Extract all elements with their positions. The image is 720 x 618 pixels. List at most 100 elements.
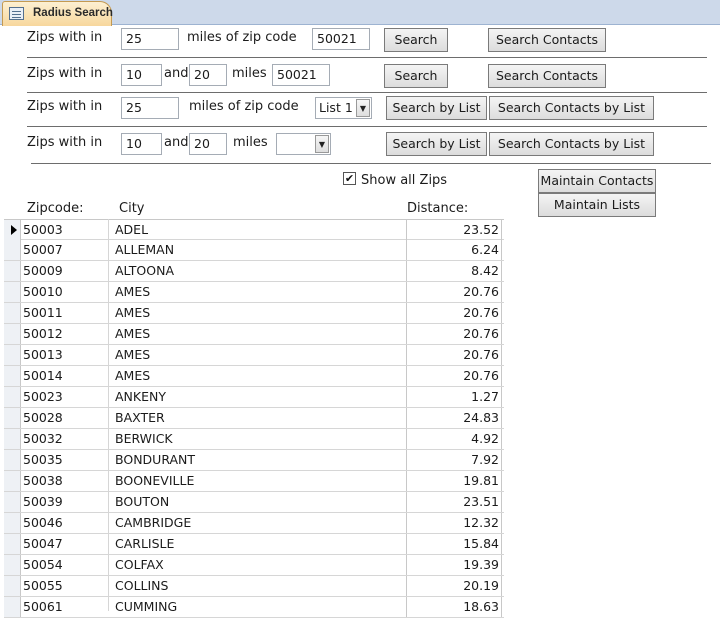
zipcode-cell[interactable]: 50028 bbox=[23, 410, 63, 425]
show-all-zips-checkbox[interactable]: ✔ bbox=[343, 172, 356, 185]
city-cell[interactable]: ADEL bbox=[115, 222, 405, 237]
city-cell[interactable]: ALLEMAN bbox=[115, 242, 405, 257]
maintain-lists-button[interactable]: Maintain Lists bbox=[538, 193, 656, 217]
row4-to-input[interactable]: 20 bbox=[189, 133, 227, 155]
table-row[interactable]: 50011 AMES 20.76 bbox=[4, 303, 504, 324]
distance-cell[interactable]: 20.76 bbox=[406, 282, 502, 302]
table-row[interactable]: 50054 COLFAX 19.39 bbox=[4, 555, 504, 576]
dropdown-arrow-icon[interactable]: ▼ bbox=[315, 135, 329, 153]
distance-cell[interactable]: 1.27 bbox=[406, 387, 502, 407]
distance-cell[interactable]: 6.24 bbox=[406, 240, 502, 260]
city-cell[interactable]: CARLISLE bbox=[115, 536, 405, 551]
table-row[interactable]: 50028 BAXTER 24.83 bbox=[4, 408, 504, 429]
row4-list-combo[interactable]: ▼ bbox=[276, 133, 331, 155]
city-cell[interactable]: CUMMING bbox=[115, 599, 405, 614]
record-selector[interactable] bbox=[4, 387, 21, 407]
zipcode-cell[interactable]: 50010 bbox=[23, 284, 63, 299]
record-selector[interactable] bbox=[4, 408, 21, 428]
record-selector[interactable] bbox=[4, 450, 21, 470]
zipcode-cell[interactable]: 50061 bbox=[23, 599, 63, 614]
table-row[interactable]: 50047 CARLISLE 15.84 bbox=[4, 534, 504, 555]
zipcode-cell[interactable]: 50054 bbox=[23, 557, 63, 572]
record-selector[interactable] bbox=[4, 471, 21, 491]
zipcode-cell[interactable]: 50009 bbox=[23, 263, 63, 278]
city-cell[interactable]: BERWICK bbox=[115, 431, 405, 446]
distance-cell[interactable]: 12.32 bbox=[406, 513, 502, 533]
distance-cell[interactable]: 8.42 bbox=[406, 261, 502, 281]
table-row[interactable]: 50032 BERWICK 4.92 bbox=[4, 429, 504, 450]
zipcode-cell[interactable]: 50055 bbox=[23, 578, 63, 593]
row4-search-by-list-button[interactable]: Search by List bbox=[386, 132, 487, 156]
record-selector[interactable] bbox=[4, 513, 21, 533]
distance-cell[interactable]: 4.92 bbox=[406, 429, 502, 449]
zipcode-cell[interactable]: 50035 bbox=[23, 452, 63, 467]
distance-cell[interactable]: 18.63 bbox=[406, 597, 502, 617]
city-cell[interactable]: BONDURANT bbox=[115, 452, 405, 467]
zipcode-cell[interactable]: 50046 bbox=[23, 515, 63, 530]
row3-list-combo[interactable]: List 1 ▼ bbox=[315, 97, 372, 119]
table-row[interactable]: 50023 ANKENY 1.27 bbox=[4, 387, 504, 408]
row1-search-contacts-button[interactable]: Search Contacts bbox=[488, 28, 606, 52]
record-selector[interactable] bbox=[4, 492, 21, 512]
zipcode-cell[interactable]: 50047 bbox=[23, 536, 63, 551]
row3-miles-input[interactable]: 25 bbox=[121, 97, 179, 119]
record-selector[interactable] bbox=[4, 240, 21, 260]
maintain-contacts-button[interactable]: Maintain Contacts bbox=[538, 169, 656, 193]
distance-cell[interactable]: 23.51 bbox=[406, 492, 502, 512]
city-cell[interactable]: BAXTER bbox=[115, 410, 405, 425]
row2-zip-input[interactable]: 50021 bbox=[272, 64, 330, 86]
record-selector[interactable] bbox=[4, 597, 21, 617]
zipcode-cell[interactable]: 50014 bbox=[23, 368, 63, 383]
record-selector[interactable] bbox=[4, 324, 21, 344]
table-row[interactable]: 50003 ADEL 23.52 bbox=[4, 219, 504, 240]
record-selector[interactable] bbox=[4, 261, 21, 281]
distance-cell[interactable]: 20.76 bbox=[406, 303, 502, 323]
row2-from-input[interactable]: 10 bbox=[121, 64, 162, 86]
distance-cell[interactable]: 23.52 bbox=[406, 220, 502, 240]
row2-search-button[interactable]: Search bbox=[384, 64, 448, 88]
zipcode-cell[interactable]: 50023 bbox=[23, 389, 63, 404]
city-cell[interactable]: AMES bbox=[115, 368, 405, 383]
city-cell[interactable]: ANKENY bbox=[115, 389, 405, 404]
zipcode-cell[interactable]: 50007 bbox=[23, 242, 63, 257]
city-cell[interactable]: ALTOONA bbox=[115, 263, 405, 278]
distance-cell[interactable]: 24.83 bbox=[406, 408, 502, 428]
record-selector[interactable] bbox=[4, 555, 21, 575]
distance-cell[interactable]: 20.76 bbox=[406, 345, 502, 365]
city-cell[interactable]: AMES bbox=[115, 326, 405, 341]
row4-search-contacts-by-list-button[interactable]: Search Contacts by List bbox=[489, 132, 654, 156]
zipcode-cell[interactable]: 50032 bbox=[23, 431, 63, 446]
record-selector[interactable] bbox=[4, 282, 21, 302]
table-row[interactable]: 50055 COLLINS 20.19 bbox=[4, 576, 504, 597]
table-row[interactable]: 50007 ALLEMAN 6.24 bbox=[4, 240, 504, 261]
distance-cell[interactable]: 20.76 bbox=[406, 366, 502, 386]
table-row[interactable]: 50046 CAMBRIDGE 12.32 bbox=[4, 513, 504, 534]
record-selector[interactable] bbox=[4, 429, 21, 449]
tab-radius-search[interactable]: Radius Search bbox=[2, 1, 113, 26]
city-cell[interactable]: AMES bbox=[115, 284, 405, 299]
row1-search-button[interactable]: Search bbox=[384, 28, 448, 52]
row2-search-contacts-button[interactable]: Search Contacts bbox=[488, 64, 606, 88]
city-cell[interactable]: COLLINS bbox=[115, 578, 405, 593]
table-row[interactable]: 50012 AMES 20.76 bbox=[4, 324, 504, 345]
city-cell[interactable]: BOONEVILLE bbox=[115, 473, 405, 488]
record-selector[interactable] bbox=[4, 220, 21, 240]
distance-cell[interactable]: 20.76 bbox=[406, 324, 502, 344]
distance-cell[interactable]: 19.39 bbox=[406, 555, 502, 575]
zipcode-cell[interactable]: 50012 bbox=[23, 326, 63, 341]
table-row[interactable]: 50061 CUMMING 18.63 bbox=[4, 597, 504, 618]
city-cell[interactable]: CAMBRIDGE bbox=[115, 515, 405, 530]
table-row[interactable]: 50009 ALTOONA 8.42 bbox=[4, 261, 504, 282]
record-selector[interactable] bbox=[4, 534, 21, 554]
city-cell[interactable]: AMES bbox=[115, 305, 405, 320]
row2-to-input[interactable]: 20 bbox=[189, 64, 227, 86]
row1-miles-input[interactable]: 25 bbox=[121, 28, 179, 50]
city-cell[interactable]: AMES bbox=[115, 347, 405, 362]
zipcode-cell[interactable]: 50003 bbox=[23, 222, 63, 237]
zipcode-cell[interactable]: 50013 bbox=[23, 347, 63, 362]
table-row[interactable]: 50039 BOUTON 23.51 bbox=[4, 492, 504, 513]
record-selector[interactable] bbox=[4, 576, 21, 596]
record-selector[interactable] bbox=[4, 366, 21, 386]
table-row[interactable]: 50013 AMES 20.76 bbox=[4, 345, 504, 366]
zipcode-cell[interactable]: 50038 bbox=[23, 473, 63, 488]
